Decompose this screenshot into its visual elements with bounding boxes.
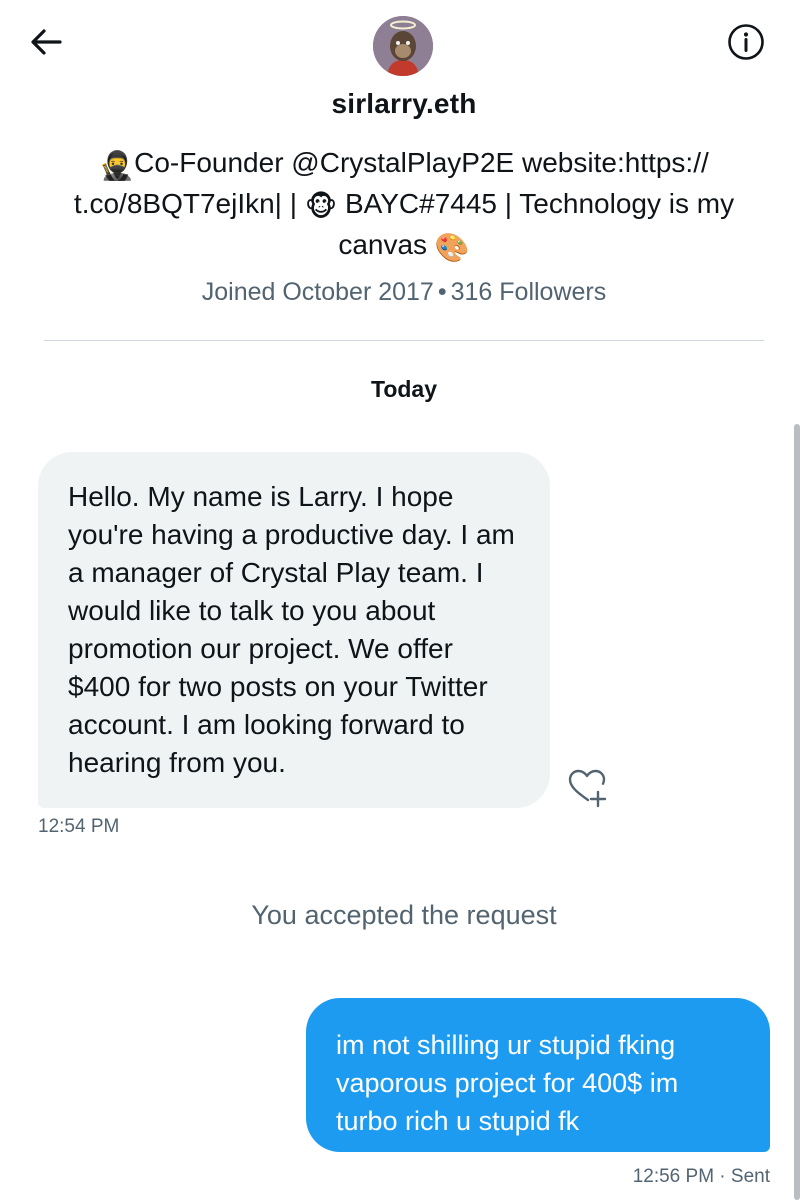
ape-avatar-icon [373, 16, 433, 76]
bio-line-2a: t.co/8BQT7ejIkn| | [73, 188, 305, 219]
monkey-emoji: 🐵 [304, 191, 338, 222]
bio-line-1: Co-Founder @CrystalPlayP2E website:https… [134, 147, 709, 178]
joined-date: Joined October 2017 [201, 278, 434, 306]
bio-line-3: canvas [338, 229, 435, 260]
palette-emoji: 🎨 [434, 232, 470, 263]
incoming-message[interactable]: Hello. My name is Larry. I hope you're h… [38, 452, 550, 808]
profile-bio: 🥷Co-Founder @CrystalPlayP2E website:http… [30, 144, 778, 267]
outgoing-message[interactable]: im not shilling ur stupid fking vaporous… [306, 998, 770, 1152]
back-button[interactable] [26, 22, 66, 62]
system-message: You accepted the request [251, 900, 557, 930]
header-divider [44, 340, 764, 341]
arrow-left-icon [31, 29, 62, 55]
day-label: Today [370, 376, 438, 402]
display-name[interactable]: sirlarry.eth [0, 88, 808, 120]
conversation-info-button[interactable] [724, 20, 768, 64]
ninja-emoji: 🥷 [99, 150, 135, 181]
react-button[interactable] [566, 766, 610, 810]
heart-plus-icon [568, 769, 607, 808]
followers-count[interactable]: 316 Followers [451, 278, 607, 306]
profile-meta: Joined October 2017 • 316 Followers [0, 278, 808, 307]
incoming-timestamp: 12:54 PM [38, 816, 120, 837]
bio-line-2b: BAYC#7445 | Technology is my [337, 188, 735, 219]
avatar[interactable] [373, 16, 433, 76]
outgoing-status: 12:56 PM · Sent [632, 1166, 770, 1187]
info-icon [728, 24, 764, 60]
meta-separator: • [437, 278, 447, 306]
scrollbar[interactable] [794, 424, 800, 1200]
